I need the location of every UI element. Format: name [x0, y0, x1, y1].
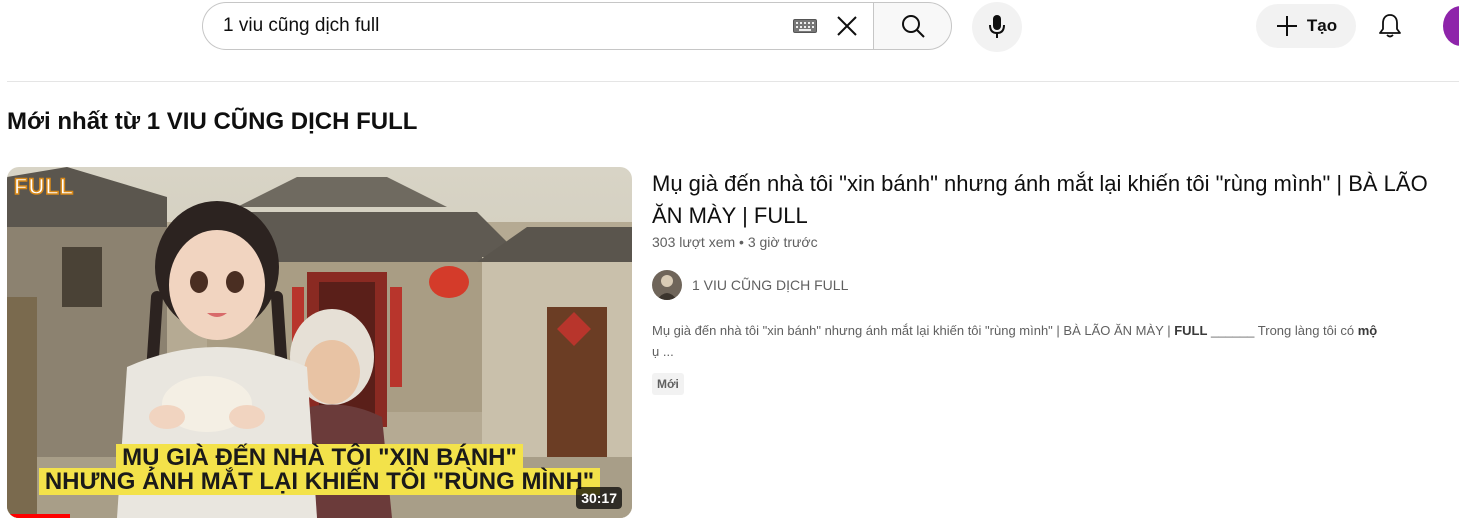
search-icon [901, 15, 925, 38]
search-button[interactable] [873, 2, 952, 50]
video-description: Mụ già đến nhà tôi "xin bánh" nhưng ánh … [652, 323, 1378, 359]
top-bar: 1 viu cũng dịch full Tạo [0, 0, 1459, 56]
create-button[interactable]: Tạo [1256, 4, 1356, 48]
plus-icon [1276, 16, 1297, 36]
notifications-button[interactable] [1368, 4, 1412, 48]
search-bar: 1 viu cũng dịch full [202, 2, 952, 50]
video-thumbnail[interactable]: FULL MỤ GIÀ ĐẾN NHÀ TÔI "XIN BÁNH" NHƯNG… [7, 167, 632, 518]
search-input[interactable]: 1 viu cũng dịch full [202, 2, 873, 50]
thumbnail-caption-line-2: NHƯNG ÁNH MẮT LẠI KHIẾN TÔI "RÙNG MÌNH" [7, 468, 632, 496]
thumbnail-corner-label: FULL [13, 173, 75, 200]
channel-name[interactable]: 1 VIU CŨNG DỊCH FULL [692, 277, 848, 293]
bell-icon [1379, 14, 1401, 38]
keyboard-icon[interactable] [793, 19, 819, 33]
youtube-channel-page: 1 viu cũng dịch full Tạo Mới nhất từ 1 V… [0, 0, 1459, 531]
video-metadata: 303 lượt xem • 3 giờ trước [652, 234, 818, 250]
account-avatar[interactable] [1443, 6, 1459, 46]
voice-search-button[interactable] [972, 2, 1022, 52]
view-count: 303 lượt xem [652, 234, 736, 250]
meta-separator: • [739, 234, 744, 250]
video-title[interactable]: Mụ già đến nhà tôi "xin bánh" nhưng ánh … [652, 168, 1452, 232]
clear-search-icon[interactable] [829, 8, 865, 44]
new-badge: Mới [652, 373, 684, 395]
section-title: Mới nhất từ 1 VIU CŨNG DỊCH FULL [7, 108, 418, 135]
duration-badge: 30:17 [576, 487, 622, 509]
create-label: Tạo [1306, 16, 1338, 35]
upload-age: 3 giờ trước [747, 234, 818, 250]
watch-progress-bar [7, 514, 70, 518]
microphone-icon [989, 15, 1005, 38]
divider [7, 81, 1459, 82]
channel-avatar[interactable] [652, 270, 682, 300]
search-query-text[interactable]: 1 viu cũng dịch full [223, 15, 793, 37]
channel-link[interactable]: 1 VIU CŨNG DỊCH FULL [652, 270, 848, 300]
